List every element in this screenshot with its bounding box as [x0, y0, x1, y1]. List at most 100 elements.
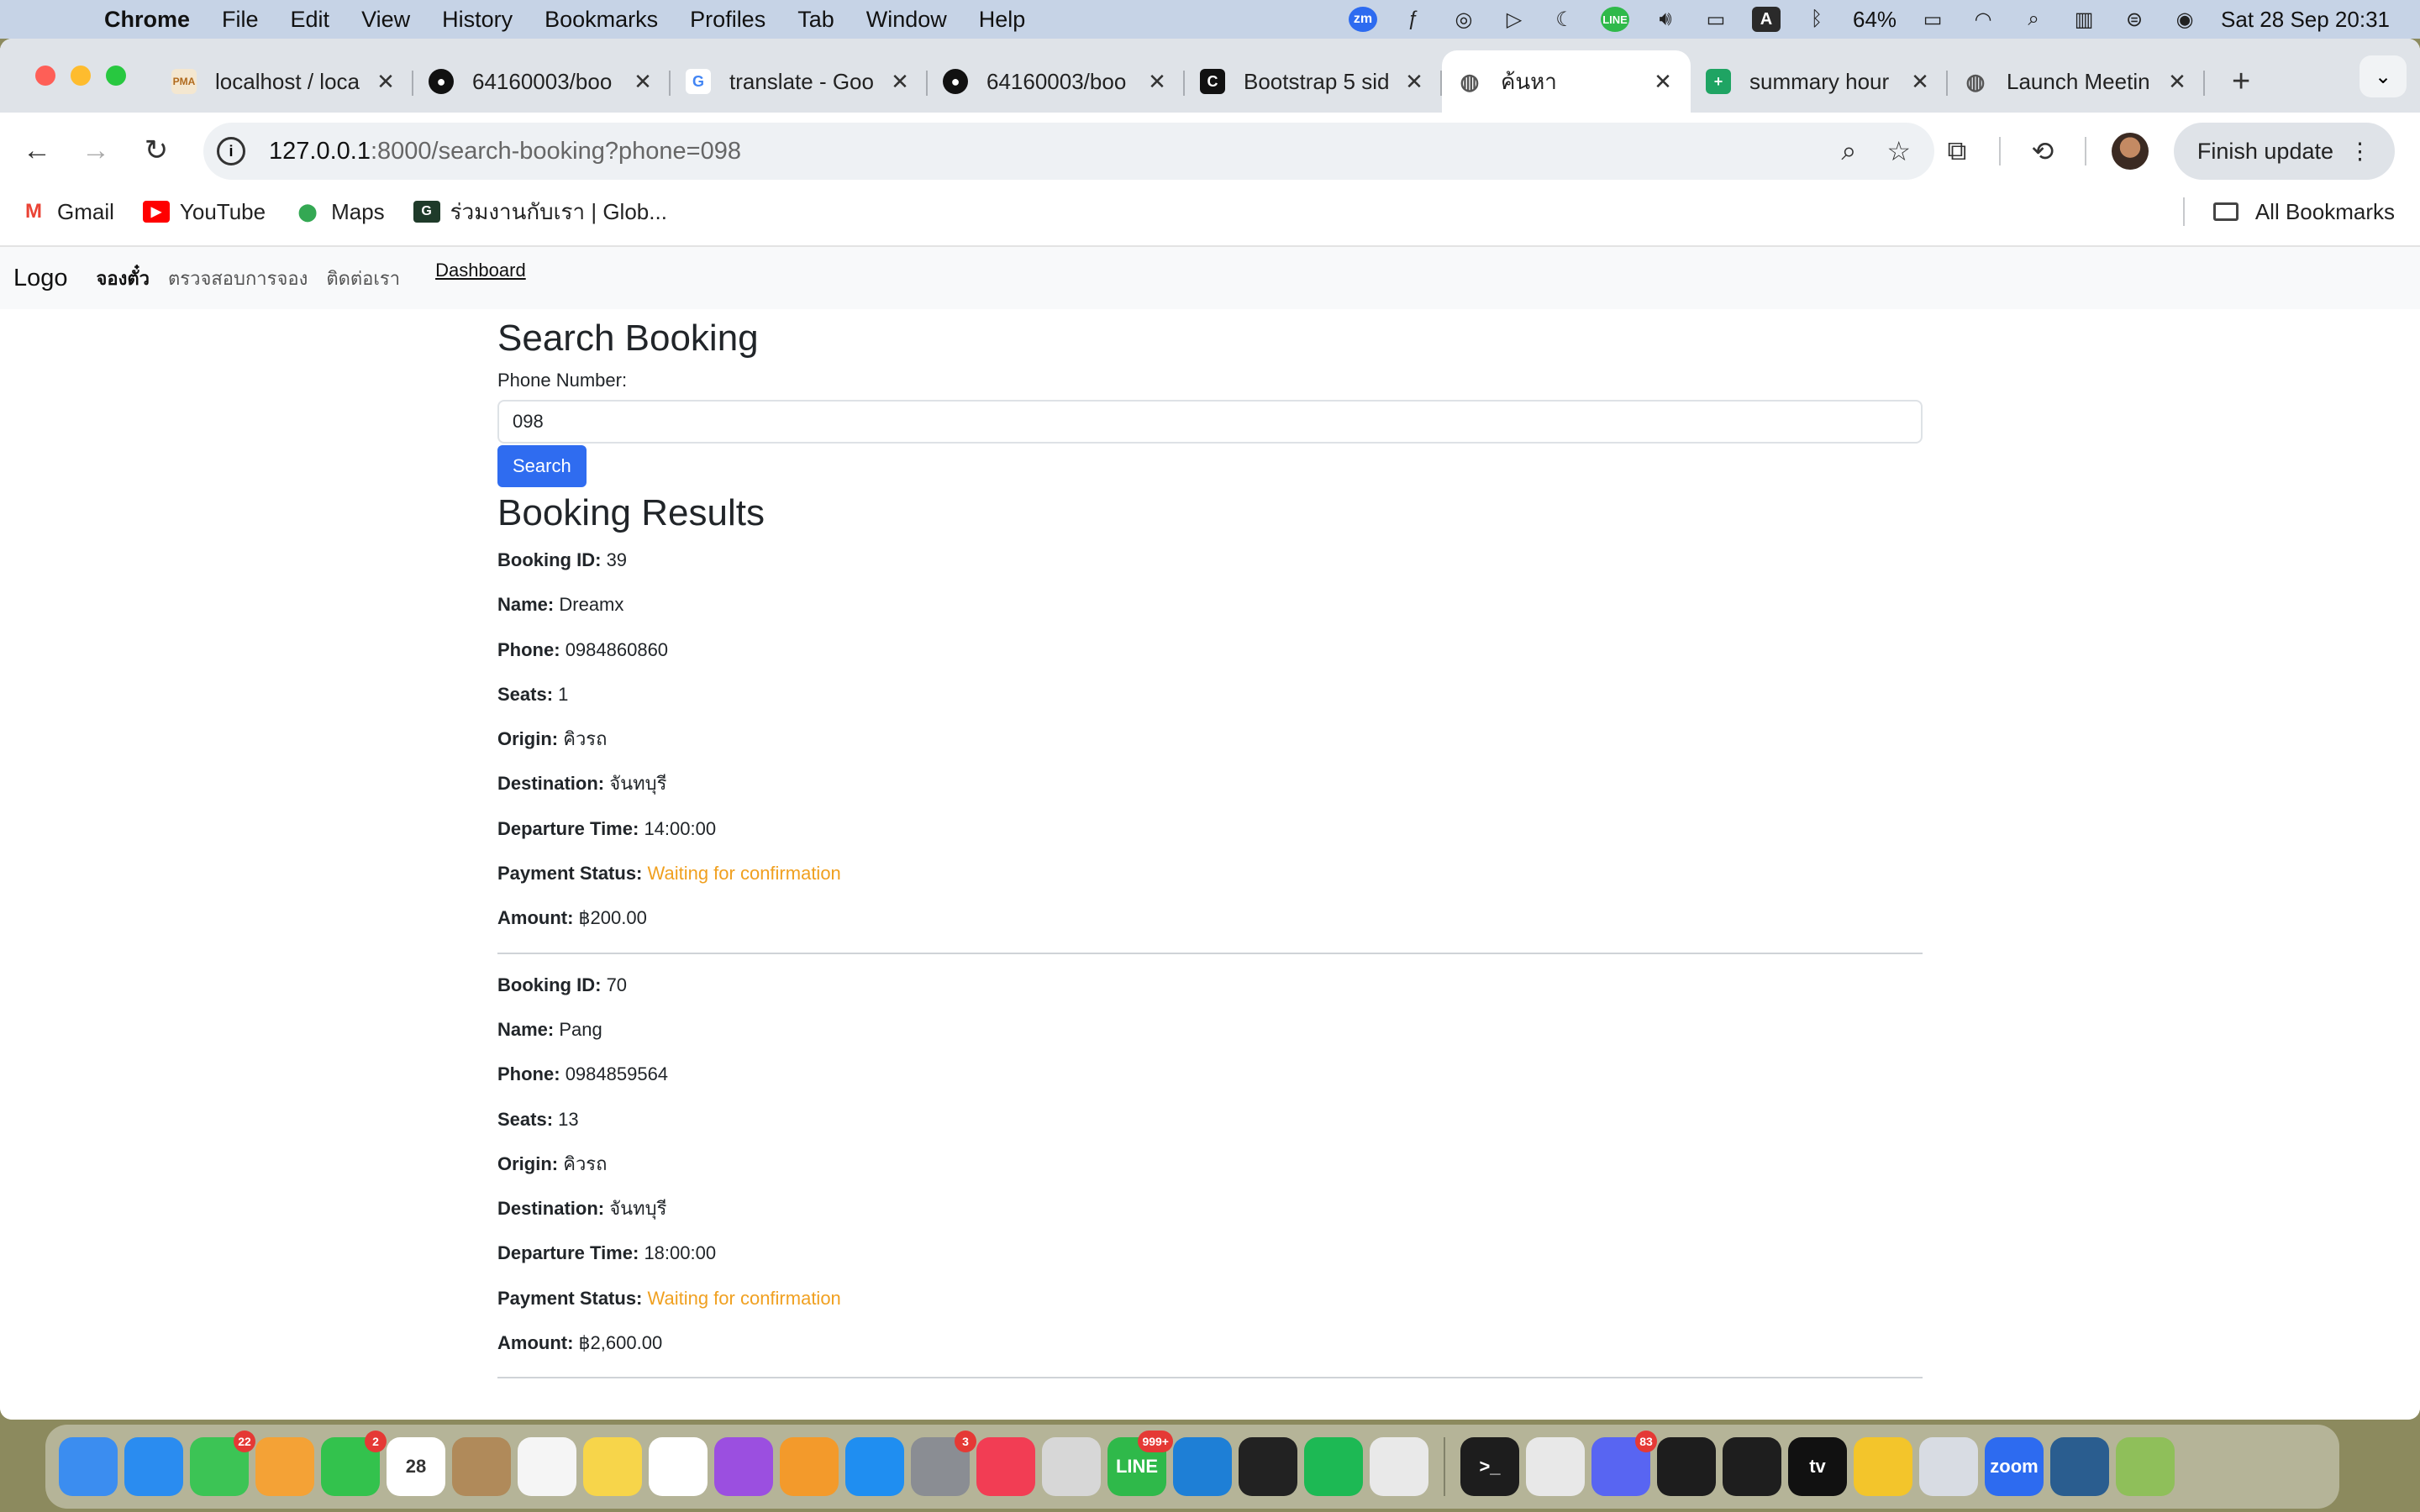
- nav-link-check-booking[interactable]: ตรวจสอบการจอง: [168, 264, 308, 293]
- bookmark-gmail[interactable]: M Gmail: [20, 199, 114, 225]
- chrome-app-icon[interactable]: [1370, 1437, 1428, 1496]
- browser-tab[interactable]: C Bootstrap 5 sid ✕: [1185, 50, 1442, 113]
- photos-app-icon[interactable]: [255, 1437, 314, 1496]
- bookmark-star-icon[interactable]: ☆: [1886, 135, 1911, 167]
- tab-close-icon[interactable]: ✕: [630, 69, 655, 95]
- menu-bookmarks[interactable]: Bookmarks: [544, 7, 658, 33]
- search-button[interactable]: Search: [497, 445, 587, 487]
- browser-tab[interactable]: PMA localhost / loca ✕: [156, 50, 413, 113]
- zoom-status-icon[interactable]: zm: [1349, 7, 1377, 32]
- vscode-app-icon[interactable]: [1173, 1437, 1232, 1496]
- menu-profiles[interactable]: Profiles: [690, 7, 765, 33]
- more-vertical-icon[interactable]: ⋮: [2349, 139, 2371, 165]
- control-center-icon[interactable]: ⊜: [2120, 7, 2149, 32]
- tab-close-icon[interactable]: ✕: [1402, 69, 1427, 95]
- menu-help[interactable]: Help: [979, 7, 1026, 33]
- bluetooth-icon[interactable]: ᛒ: [1802, 7, 1831, 32]
- display-icon[interactable]: ▭: [1702, 7, 1730, 32]
- wifi-icon[interactable]: ◠: [1969, 7, 1997, 32]
- bookmark-youtube[interactable]: ▶ YouTube: [142, 199, 266, 225]
- battery-icon[interactable]: ▭: [1918, 7, 1947, 32]
- music-app-icon[interactable]: [976, 1437, 1035, 1496]
- moon-icon[interactable]: ☾: [1550, 7, 1579, 32]
- app-store-app-icon[interactable]: [845, 1437, 904, 1496]
- siri-icon[interactable]: ◉: [2170, 7, 2199, 32]
- finish-update-button[interactable]: Finish update ⋮: [2173, 123, 2395, 180]
- menu-file[interactable]: File: [222, 7, 259, 33]
- reload-icon[interactable]: ↻: [138, 132, 175, 169]
- podcasts-app-icon[interactable]: [714, 1437, 773, 1496]
- tab-search-chevron-icon[interactable]: ⌄: [2360, 55, 2407, 97]
- bookmark-globish[interactable]: G ร่วมงานกับเรา | Glob...: [413, 195, 667, 229]
- terminal-app-icon[interactable]: >_: [1460, 1437, 1519, 1496]
- system-settings-app-icon[interactable]: 3: [911, 1431, 976, 1496]
- facetime-app-icon[interactable]: 2: [321, 1431, 387, 1496]
- activity-monitor-app-icon[interactable]: [1657, 1437, 1716, 1496]
- menu-window[interactable]: Window: [866, 7, 947, 33]
- all-bookmarks[interactable]: All Bookmarks: [2182, 188, 2395, 235]
- menu-view[interactable]: View: [361, 7, 410, 33]
- back-arrow-icon[interactable]: ←: [18, 132, 55, 169]
- browser-tab[interactable]: ● 64160003/boo ✕: [413, 50, 671, 113]
- messages-app-icon[interactable]: 22: [190, 1431, 255, 1496]
- unity-app-icon[interactable]: [1239, 1437, 1297, 1496]
- browser-tab[interactable]: + summary hour ✕: [1691, 50, 1948, 113]
- tableplus-app-icon[interactable]: [1526, 1437, 1585, 1496]
- freeform-app-icon[interactable]: [649, 1437, 708, 1496]
- nav-link-dashboard[interactable]: Dashboard: [435, 260, 526, 281]
- menubar-clock[interactable]: Sat 28 Sep 20:31: [2221, 7, 2390, 33]
- line-status-icon[interactable]: LINE: [1601, 7, 1629, 32]
- spotify-app-icon[interactable]: [1304, 1437, 1363, 1496]
- menu-edit[interactable]: Edit: [291, 7, 330, 33]
- url-text[interactable]: 127.0.0.1:8000/search-booking?phone=098: [269, 138, 741, 165]
- figma-status-icon[interactable]: ƒ: [1399, 7, 1428, 32]
- browser-tab-active[interactable]: ◍ ค้นหา ✕: [1442, 50, 1691, 113]
- reeder-app-icon[interactable]: [1854, 1437, 1912, 1496]
- mysql-workbench-app-icon[interactable]: [2050, 1437, 2109, 1496]
- window-minimize-button[interactable]: [71, 66, 91, 86]
- browser-tab[interactable]: ◍ Launch Meetin ✕: [1948, 50, 2205, 113]
- forward-arrow-icon[interactable]: →: [77, 132, 114, 169]
- safari-app-icon[interactable]: [124, 1437, 183, 1496]
- site-info-icon[interactable]: i: [217, 137, 245, 165]
- memory-icon[interactable]: ▥: [2070, 7, 2098, 32]
- menu-app-name[interactable]: Chrome: [104, 7, 190, 33]
- menu-tab[interactable]: Tab: [797, 7, 834, 33]
- finder-app-icon[interactable]: [59, 1437, 118, 1496]
- nav-link-contact[interactable]: ติดต่อเรา: [326, 264, 400, 293]
- window-close-button[interactable]: [35, 66, 55, 86]
- calendar-app-icon[interactable]: 28: [387, 1437, 445, 1496]
- play-status-icon[interactable]: ▷: [1500, 7, 1528, 32]
- input-source-icon[interactable]: A: [1752, 7, 1781, 32]
- tab-close-icon[interactable]: ✕: [2165, 69, 2190, 95]
- spotlight-search-icon[interactable]: ⌕: [2019, 7, 2048, 32]
- utility-app-icon[interactable]: [1919, 1437, 1978, 1496]
- browser-tab[interactable]: ● 64160003/boo ✕: [928, 50, 1185, 113]
- launchpad-app-icon[interactable]: [1042, 1437, 1101, 1496]
- window-maximize-button[interactable]: [106, 66, 126, 86]
- grapher-app-icon[interactable]: [2116, 1437, 2175, 1496]
- new-tab-icon[interactable]: +: [2232, 64, 2250, 100]
- discord-app-icon[interactable]: 83: [1591, 1431, 1657, 1496]
- menu-history[interactable]: History: [442, 7, 513, 33]
- nav-link-book-ticket[interactable]: จองตั๋ว: [97, 264, 150, 293]
- extensions-puzzle-icon[interactable]: ⧉: [1940, 135, 1974, 167]
- site-logo[interactable]: Logo: [13, 265, 68, 292]
- tab-close-icon[interactable]: ✕: [1144, 69, 1170, 95]
- bookmark-maps[interactable]: ⬤ Maps: [294, 199, 385, 225]
- tab-close-icon[interactable]: ✕: [1907, 69, 1933, 95]
- apple-tv-app-icon[interactable]: tv: [1788, 1437, 1847, 1496]
- line-app-icon[interactable]: LINE 999+: [1107, 1431, 1173, 1496]
- tab-close-icon[interactable]: ✕: [887, 69, 913, 95]
- figma-app-icon[interactable]: [1723, 1437, 1781, 1496]
- target-status-icon[interactable]: ◎: [1449, 7, 1478, 32]
- history-icon[interactable]: ⟲: [2026, 135, 2060, 167]
- tab-close-icon[interactable]: ✕: [1650, 69, 1676, 95]
- zoom-app-icon[interactable]: zoom: [1985, 1437, 2044, 1496]
- volume-icon[interactable]: 🔊︎: [1651, 7, 1680, 32]
- tab-close-icon[interactable]: ✕: [373, 69, 398, 95]
- zoom-magnifier-icon[interactable]: ⌕: [1841, 135, 1856, 167]
- profile-avatar[interactable]: [2111, 133, 2149, 170]
- pages-app-icon[interactable]: [780, 1437, 839, 1496]
- contacts-app-icon[interactable]: [452, 1437, 511, 1496]
